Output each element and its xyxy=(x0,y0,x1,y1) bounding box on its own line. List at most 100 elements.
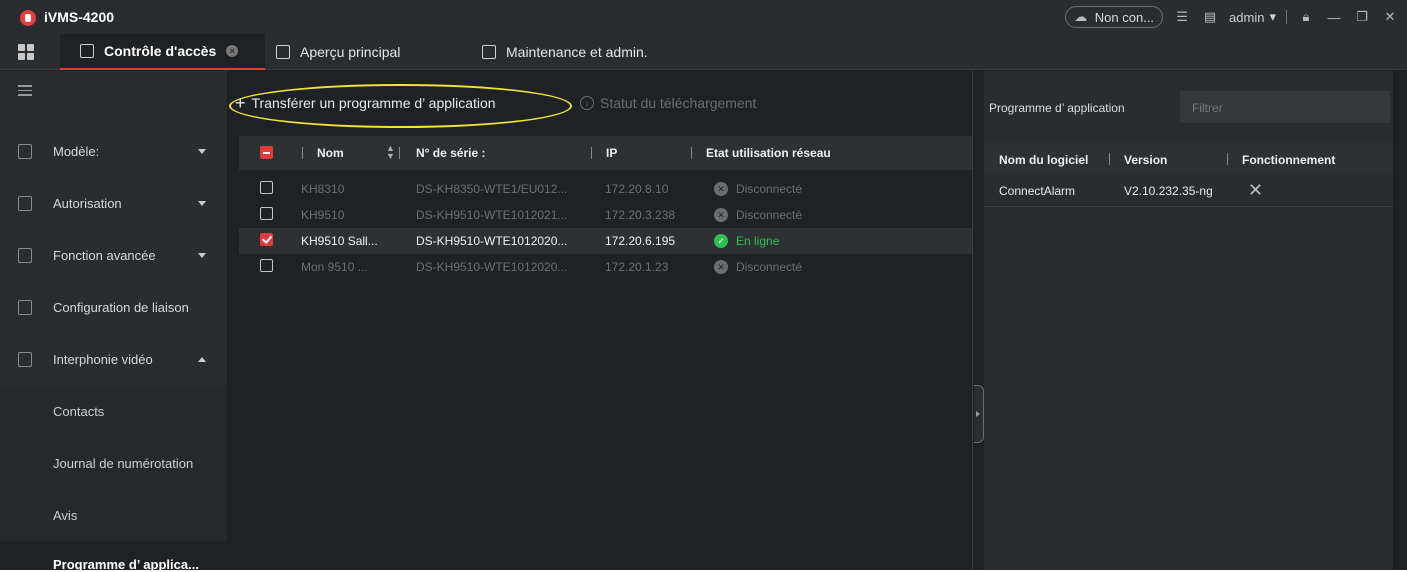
row-checkbox[interactable] xyxy=(260,181,273,194)
network-status-button[interactable]: ☁ Non con... xyxy=(1064,6,1164,28)
server-icon xyxy=(482,45,496,59)
device-status: Disconnecté xyxy=(736,260,803,274)
column-header-version[interactable]: Version xyxy=(1124,153,1167,167)
delete-icon[interactable]: ✕ xyxy=(1248,180,1263,201)
list-icon[interactable]: ☰ xyxy=(1173,8,1191,26)
sidebar-subitem-notices[interactable]: Avis xyxy=(0,489,227,541)
sidebar-item-label: Fonction avancée xyxy=(53,247,156,263)
advanced-function-icon xyxy=(18,247,32,263)
app-title: iVMS-4200 xyxy=(44,9,115,25)
sidebar-item-linkage[interactable]: Configuration de liaison xyxy=(0,281,227,333)
download-icon: ↓ xyxy=(580,96,594,110)
tab-access-control[interactable]: Contrôle d'accès × xyxy=(60,34,265,70)
column-header-ip[interactable]: IP xyxy=(606,146,617,160)
sidebar-item-label: Autorisation xyxy=(53,195,122,211)
sidebar-item-model[interactable]: Modèle: xyxy=(0,125,227,177)
device-name: KH8310 xyxy=(301,182,345,196)
collapse-panel-handle[interactable] xyxy=(974,385,984,443)
sidebar-subitem-application-program[interactable]: Programme d’ applica... xyxy=(0,541,227,572)
column-separator xyxy=(399,147,400,159)
user-menu[interactable]: admin ▾ xyxy=(1229,9,1276,25)
column-separator xyxy=(1227,153,1228,165)
tab-label: Contrôle d'accès xyxy=(104,43,217,59)
table-header: Nom ▲ ▼ N° de série : IP Etat utilisation… xyxy=(239,136,972,170)
row-checkbox[interactable] xyxy=(260,259,273,272)
table-row[interactable]: KH9510 DS-KH9510-WTE1012021... 172.20.3.… xyxy=(239,202,972,228)
disconnected-icon: ✕ xyxy=(714,260,728,274)
sidebar-item-video-intercom[interactable]: Interphonie vidéo xyxy=(0,333,227,385)
column-header-network-state[interactable]: Etat utilisation réseau xyxy=(706,146,831,160)
door-icon xyxy=(80,44,94,58)
chevron-down-icon xyxy=(198,200,206,206)
column-header-name[interactable]: Nom xyxy=(317,146,344,160)
row-checkbox[interactable] xyxy=(260,207,273,220)
lock-icon xyxy=(18,195,32,211)
column-separator xyxy=(691,147,692,159)
column-header-serial[interactable]: N° de série : xyxy=(416,146,486,160)
panel-splitter xyxy=(972,71,984,570)
menu-collapse-icon[interactable] xyxy=(18,85,32,99)
device-name: KH9510 xyxy=(301,208,345,222)
chevron-down-icon: ▾ xyxy=(1269,9,1276,24)
app-window: iVMS-4200 ☁ Non con... ☰ ▤ admin ▾ 🔒︎ — … xyxy=(0,0,1407,572)
lock-icon[interactable]: 🔒︎ xyxy=(1297,8,1315,26)
modules-grid-icon[interactable] xyxy=(18,44,34,60)
chevron-down-icon xyxy=(198,148,206,154)
chevron-down-icon xyxy=(198,252,206,258)
column-header-operation[interactable]: Fonctionnement xyxy=(1242,153,1335,167)
download-status-button[interactable]: ↓ Statut du téléchargement xyxy=(580,95,756,111)
row-checkbox[interactable] xyxy=(260,233,273,246)
software-row[interactable]: ConnectAlarm V2.10.232.35-ng ✕ xyxy=(984,175,1393,207)
ivms-logo-icon xyxy=(20,10,36,26)
column-separator xyxy=(302,147,303,159)
select-all-checkbox[interactable] xyxy=(260,146,273,159)
table-row[interactable]: Mon 9510 ... DS-KH9510-WTE1012020... 172… xyxy=(239,254,972,280)
device-table: Nom ▲ ▼ N° de série : IP Etat utilisation… xyxy=(239,136,972,280)
sidebar-item-label: Interphonie vidéo xyxy=(53,351,153,367)
divider xyxy=(1286,10,1287,24)
filter-input[interactable]: Filtrer xyxy=(1180,91,1390,123)
software-name: ConnectAlarm xyxy=(999,184,1076,198)
device-serial: DS-KH9510-WTE1012020... xyxy=(416,234,568,248)
restore-icon[interactable]: ❐ xyxy=(1353,8,1371,26)
table-row[interactable]: KH8310 DS-KH8350-WTE1/EU012... 172.20.8.… xyxy=(239,176,972,202)
intercom-icon xyxy=(18,351,32,367)
column-header-software-name[interactable]: Nom du logiciel xyxy=(999,153,1088,167)
sidebar-item-advanced[interactable]: Fonction avancée xyxy=(0,229,227,281)
linkage-icon xyxy=(18,299,32,315)
upload-program-button[interactable]: + Transférer un programme d’ application xyxy=(235,93,496,113)
device-name: KH9510 Sall... xyxy=(301,234,378,248)
download-status-label: Statut du téléchargement xyxy=(600,95,757,111)
minimize-icon[interactable]: — xyxy=(1325,8,1343,26)
sidebar-item-authorization[interactable]: Autorisation xyxy=(0,177,227,229)
column-separator xyxy=(591,147,592,159)
sort-icon[interactable]: ▲ ▼ xyxy=(386,144,395,161)
device-serial: DS-KH9510-WTE1012021... xyxy=(416,208,568,222)
tab-main-view[interactable]: Aperçu principal xyxy=(276,34,400,70)
sidebar-subitem-call-log[interactable]: Journal de numérotation xyxy=(0,437,227,489)
sidebar-subitem-contacts[interactable]: Contacts xyxy=(0,385,227,437)
title-bar-controls: ☁ Non con... ☰ ▤ admin ▾ 🔒︎ — ❐ ✕ xyxy=(1064,5,1399,29)
device-ip: 172.20.1.23 xyxy=(605,260,669,274)
table-row[interactable]: KH9510 Sall... DS-KH9510-WTE1012020... 1… xyxy=(239,228,972,254)
monitor-chart-icon[interactable]: ▤ xyxy=(1201,8,1219,26)
close-icon[interactable]: ✕ xyxy=(1381,8,1399,26)
sidebar-item-label: Modèle: xyxy=(53,143,100,159)
device-status: Disconnecté xyxy=(736,182,803,196)
user-name: admin xyxy=(1229,9,1265,25)
device-status: Disconnecté xyxy=(736,208,803,222)
plus-icon: + xyxy=(235,93,246,113)
tab-close-icon[interactable]: × xyxy=(226,45,239,57)
camera-icon xyxy=(276,45,290,59)
disconnected-icon: ✕ xyxy=(714,182,728,196)
tab-maintenance[interactable]: Maintenance et admin. xyxy=(482,34,648,70)
module-tab-bar: Contrôle d'accès × Aperçu principal Main… xyxy=(0,34,1407,70)
device-serial: DS-KH8350-WTE1/EU012... xyxy=(416,182,568,196)
software-version: V2.10.232.35-ng xyxy=(1124,184,1213,198)
device-ip: 172.20.3.238 xyxy=(605,208,676,222)
panel-title: Programme d’ application xyxy=(989,101,1125,115)
software-table-header: Nom du logiciel Version Fonctionnement xyxy=(984,143,1393,175)
application-program-panel: Programme d’ application Filtrer Nom du … xyxy=(984,71,1407,570)
scrollbar[interactable] xyxy=(1393,71,1407,570)
sidebar: Modèle: Autorisation Fonction avancée Co… xyxy=(0,71,227,572)
